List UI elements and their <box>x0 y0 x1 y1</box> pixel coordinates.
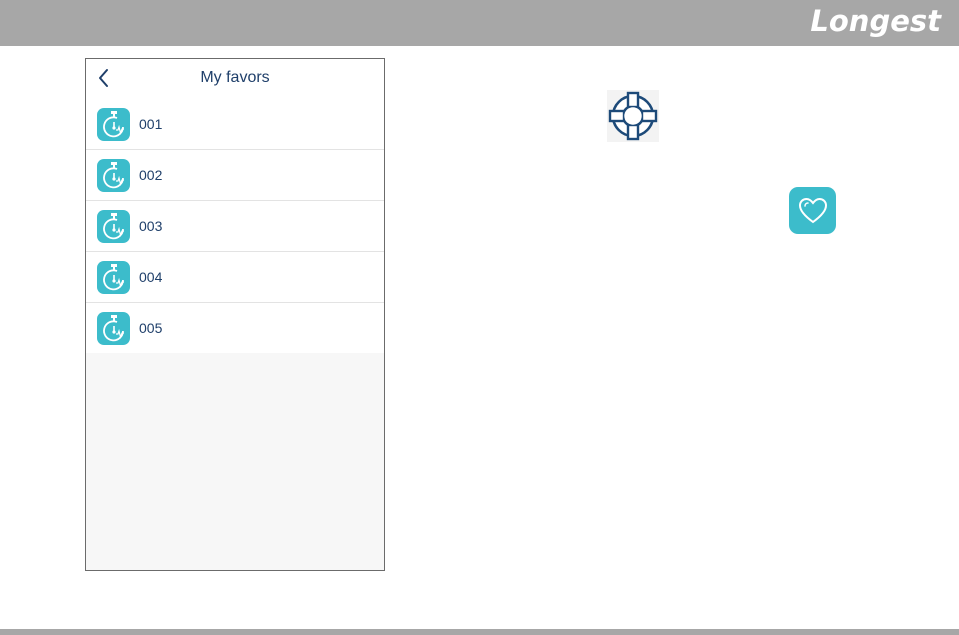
stopwatch-icon <box>97 158 130 192</box>
favorite-button[interactable] <box>789 187 836 234</box>
list-item-label: 002 <box>139 167 163 183</box>
list-item-label: 001 <box>139 116 163 132</box>
stopwatch-icon <box>97 311 130 345</box>
stopwatch-icon <box>97 260 130 294</box>
list-item[interactable]: 003 <box>86 201 384 252</box>
top-banner: Longest <box>0 0 959 46</box>
brand-logo: Longest <box>810 4 941 38</box>
bottom-bar <box>0 629 959 635</box>
list-item-label: 005 <box>139 320 163 336</box>
lifebuoy-icon <box>607 90 659 142</box>
screen-header: My favors <box>86 59 384 99</box>
phone-screen: My favors 001 002 003 004 005 <box>85 58 385 571</box>
list-item[interactable]: 001 <box>86 99 384 150</box>
heart-icon <box>798 197 827 223</box>
list-item-label: 004 <box>139 269 163 285</box>
stopwatch-icon <box>97 209 130 243</box>
list-item-label: 003 <box>139 218 163 234</box>
stopwatch-icon <box>97 107 130 141</box>
page-title: My favors <box>200 69 270 86</box>
list-item[interactable]: 004 <box>86 252 384 303</box>
list-item[interactable]: 002 <box>86 150 384 201</box>
list-item[interactable]: 005 <box>86 303 384 353</box>
favorites-list: 001 002 003 004 005 <box>86 99 384 353</box>
